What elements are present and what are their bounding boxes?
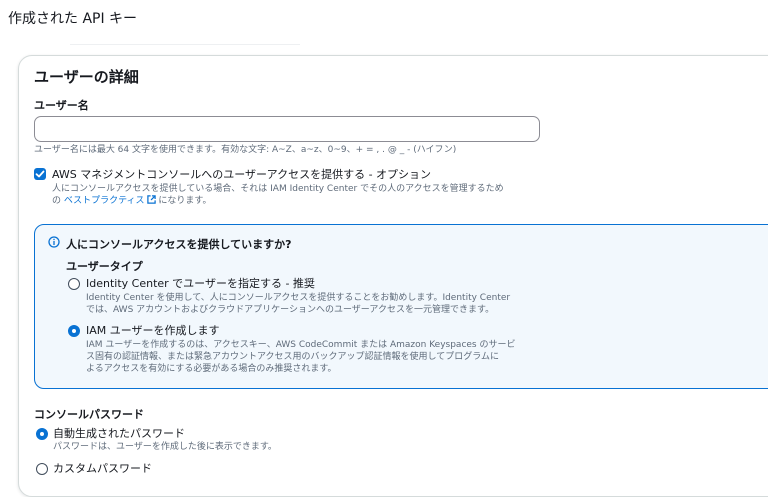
iam-user-desc: IAM ユーザーを作成するのは、アクセスキー、AWS CodeCommit また… — [86, 340, 516, 350]
auto-password-radio[interactable] — [36, 428, 48, 440]
custom-password-radio[interactable] — [36, 463, 48, 475]
page-title: 作成された API キー — [8, 11, 138, 27]
identity-center-desc-line2: では、AWS アカウントおよびクラウドアプリケーションへのユーザーアクセスを一元… — [86, 305, 495, 315]
desc-prefix: の — [52, 196, 62, 206]
console-access-desc-line2: の ベストプラクティス になります。 — [52, 195, 212, 207]
identity-center-label[interactable]: Identity Center でユーザーを指定する - 推奨 — [86, 275, 315, 291]
info-question: 人にコンソールアクセスを提供していますか? — [66, 238, 292, 251]
iam-user-desc-line2: ス固有の認証情報、または緊急アカウントアクセス用のバックアップ認証情報を使用して… — [86, 352, 500, 362]
console-access-checkbox[interactable] — [34, 168, 46, 180]
console-access-label[interactable]: AWS マネジメントコンソールへのユーザーアクセスを提供する - オプション — [52, 166, 431, 182]
external-link-icon[interactable] — [146, 195, 156, 204]
iam-user-label[interactable]: IAM ユーザーを作成します — [86, 322, 220, 338]
custom-password-label[interactable]: カスタムパスワード — [53, 460, 152, 476]
username-label: ユーザー名 — [34, 99, 89, 112]
user-type-label: ユーザータイプ — [66, 260, 143, 273]
section-heading: ユーザーの詳細 — [34, 68, 139, 86]
console-password-label: コンソールパスワード — [34, 408, 144, 421]
identity-center-desc: Identity Center を使用して、人にコンソールアクセスを提供すること… — [86, 293, 511, 303]
username-hint: ユーザー名には最大 64 文字を使用できます。有効な文字: A~Z、a~z、0~… — [34, 145, 457, 155]
iam-user-desc-line3: よるアクセスを有効にする必要がある場合のみ推奨されます。 — [86, 364, 337, 374]
auto-password-desc: パスワードは、ユーザーを作成した後に表示できます。 — [53, 442, 277, 452]
desc-suffix: になります。 — [158, 196, 212, 206]
checkmark-icon — [35, 170, 45, 178]
iam-user-radio[interactable] — [68, 325, 80, 337]
best-practices-link[interactable]: ベストプラクティス — [64, 196, 145, 206]
console-access-desc: 人にコンソールアクセスを提供している場合、それは IAM Identity Ce… — [52, 184, 504, 194]
username-input[interactable] — [34, 116, 540, 142]
identity-center-radio[interactable] — [68, 278, 80, 290]
divider — [70, 44, 300, 45]
auto-password-label[interactable]: 自動生成されたパスワード — [53, 425, 185, 441]
info-icon — [48, 236, 60, 248]
